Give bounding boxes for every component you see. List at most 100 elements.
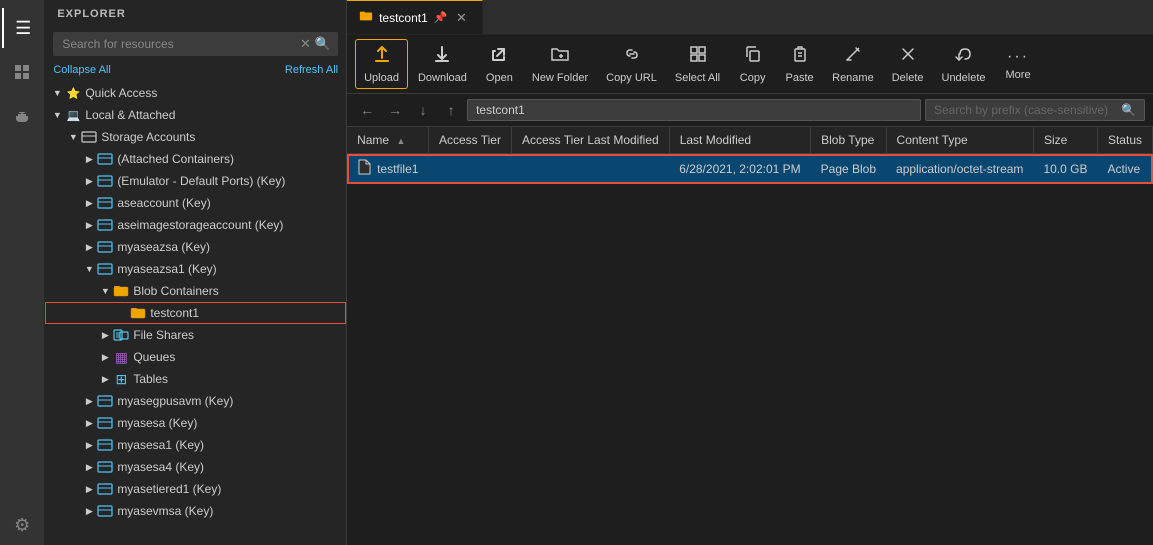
copy-button[interactable]: Copy [730,40,775,88]
tree-item-local-attached[interactable]: 💻 Local & Attached [45,104,346,126]
download-button[interactable]: Download [410,40,475,88]
settings-icon[interactable]: ⚙ [2,505,42,545]
tree-item-myasegpusavm[interactable]: myasegpusavm (Key) [45,390,346,412]
testfile1-access-tier-modified-cell [511,154,669,184]
myaseazsa-label: myaseazsa (Key) [117,240,210,254]
tree-item-tables[interactable]: ⊞ Tables [45,368,346,390]
refresh-all-link[interactable]: Refresh All [285,64,338,76]
tree-item-myasevmsa[interactable]: myasevmsa (Key) [45,500,346,522]
tables-icon: ⊞ [113,371,129,387]
myasetiered1-icon [97,481,113,497]
nav-forward-button[interactable]: → [383,98,407,122]
myasesa1-icon [97,437,113,453]
tree-item-storage-accounts[interactable]: Storage Accounts [45,126,346,148]
tree-item-file-shares[interactable]: File Shares [45,324,346,346]
tables-arrow [97,371,113,387]
undelete-button[interactable]: Undelete [934,40,994,88]
storage-accounts-label: Storage Accounts [101,130,195,144]
table-header-row: Name ▲ Access Tier Access Tier Last Modi… [347,127,1152,154]
tab-bar: testcont1 📌 ✕ [347,0,1153,35]
last-modified-col-header[interactable]: Last Modified [669,127,810,154]
paste-button[interactable]: Paste [777,40,822,88]
search-clear-icon[interactable]: ✕ [298,36,313,52]
upload-icon [372,44,392,69]
tree-item-queues[interactable]: ▦ Queues [45,346,346,368]
explorer-panel: EXPLORER ✕ 🔍 Collapse All Refresh All ⭐ … [45,0,347,545]
tree-item-myasesa4[interactable]: myasesa4 (Key) [45,456,346,478]
tree-item-aseimagestorageaccount[interactable]: aseimagestorageaccount (Key) [45,214,346,236]
plugin-icon[interactable] [2,96,42,136]
tab-close-button[interactable]: ✕ [454,10,470,26]
access-tier-col-label: Access Tier [439,133,501,147]
nav-bar: ← → ↓ ↑ testcont1 🔍 [347,94,1153,127]
delete-icon [898,44,918,69]
nav-search-input[interactable] [934,103,1117,117]
myasesa1-label: myasesa1 (Key) [117,438,204,452]
tree-item-myasetiered1[interactable]: myasetiered1 (Key) [45,478,346,500]
explorer-icon[interactable] [2,52,42,92]
myasesa4-label: myasesa4 (Key) [117,460,204,474]
tab-testcont1[interactable]: testcont1 📌 ✕ [347,0,482,34]
tree-item-myasesa[interactable]: myasesa (Key) [45,412,346,434]
tree-item-attached-containers[interactable]: (Attached Containers) [45,148,346,170]
quick-access-icon: ⭐ [65,85,81,101]
tab-pin-icon[interactable]: 📌 [434,11,448,24]
undelete-label: Undelete [942,72,986,84]
access-tier-modified-col-header[interactable]: Access Tier Last Modified [511,127,669,154]
queues-arrow [97,349,113,365]
quick-access-arrow [49,85,65,101]
nav-down-button[interactable]: ↓ [411,98,435,122]
open-button[interactable]: Open [477,40,522,88]
select-all-button[interactable]: Select All [667,40,728,88]
menu-icon[interactable]: ☰ [2,8,42,48]
size-col-header[interactable]: Size [1033,127,1097,154]
access-tier-modified-col-label: Access Tier Last Modified [522,133,659,147]
table-container[interactable]: Name ▲ Access Tier Access Tier Last Modi… [347,127,1153,545]
tree-item-aseaccount[interactable]: aseaccount (Key) [45,192,346,214]
search-btn-icon[interactable]: 🔍 [313,36,333,52]
more-label: More [1006,69,1031,81]
blob-type-col-header[interactable]: Blob Type [811,127,886,154]
upload-button[interactable]: Upload [355,39,408,89]
tree-item-quick-access[interactable]: ⭐ Quick Access [45,82,346,104]
aseaccount-icon [97,195,113,211]
tree-item-testcont1[interactable]: testcont1 [45,302,346,324]
myasesa1-arrow [81,437,97,453]
more-button[interactable]: ··· More [996,44,1041,85]
tree-item-myaseazsa[interactable]: myaseazsa (Key) [45,236,346,258]
nav-path-input[interactable]: testcont1 [467,99,921,121]
emulator-arrow [81,173,97,189]
name-col-header[interactable]: Name ▲ [347,127,428,154]
copy-url-label: Copy URL [606,72,657,84]
status-col-label: Status [1108,133,1142,147]
files-table: Name ▲ Access Tier Access Tier Last Modi… [347,127,1153,184]
access-tier-col-header[interactable]: Access Tier [428,127,511,154]
rename-button[interactable]: Rename [824,40,882,88]
blob-containers-icon [113,283,129,299]
nav-back-button[interactable]: ← [355,98,379,122]
size-col-label: Size [1044,133,1067,147]
search-input[interactable] [58,35,298,53]
blob-type-col-label: Blob Type [821,133,874,147]
tree-item-myasesa1[interactable]: myasesa1 (Key) [45,434,346,456]
tree-item-blob-containers[interactable]: Blob Containers [45,280,346,302]
nav-search-bar[interactable]: 🔍 [925,99,1145,121]
new-folder-button[interactable]: New Folder [524,40,596,88]
content-type-col-header[interactable]: Content Type [886,127,1033,154]
file-shares-icon [113,327,129,343]
delete-button[interactable]: Delete [884,40,932,88]
table-row-testfile1[interactable]: testfile1 6/28/2021, 2:02:01 PM Page Blo… [347,154,1152,184]
more-icon: ··· [1007,48,1029,66]
tree-container[interactable]: ⭐ Quick Access 💻 Local & Attached Storag… [45,82,346,545]
nav-up-button[interactable]: ↑ [439,98,463,122]
status-col-header[interactable]: Status [1097,127,1152,154]
storage-accounts-arrow [65,129,81,145]
copy-url-button[interactable]: Copy URL [598,40,665,88]
myaseazsa1-icon [97,261,113,277]
collapse-all-link[interactable]: Collapse All [53,64,110,76]
tree-item-emulator[interactable]: (Emulator - Default Ports) (Key) [45,170,346,192]
testfile1-blob-type-cell: Page Blob [811,154,886,184]
tree-item-myaseazsa1[interactable]: myaseazsa1 (Key) [45,258,346,280]
queues-label: Queues [133,350,175,364]
search-bar[interactable]: ✕ 🔍 [53,32,338,56]
